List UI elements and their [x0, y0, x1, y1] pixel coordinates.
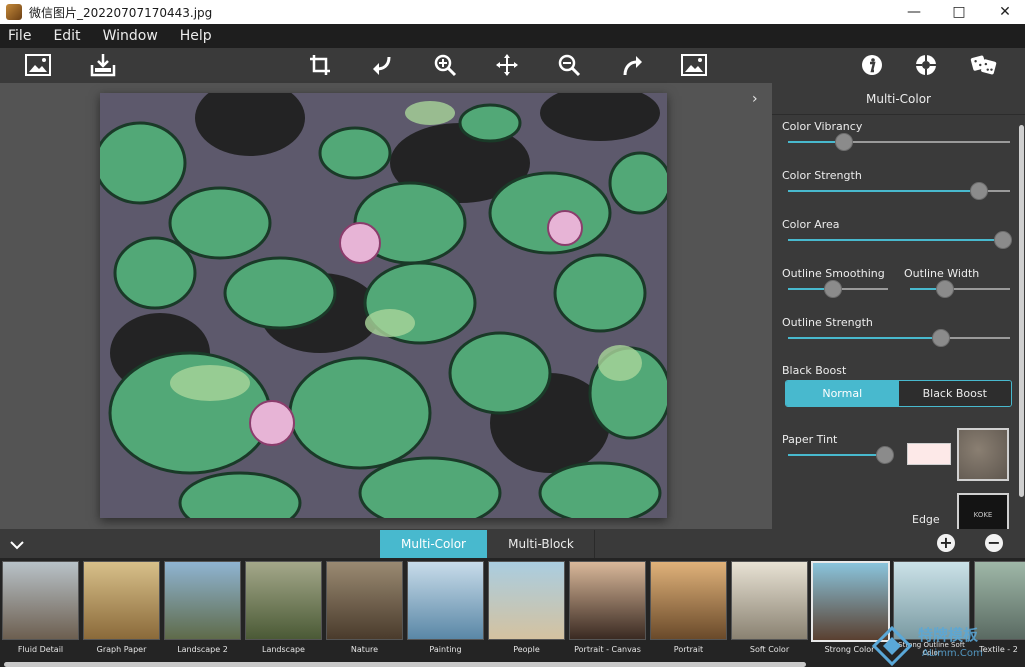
outline-smoothing-slider[interactable]	[788, 280, 888, 298]
edge-label: Edge	[912, 513, 940, 526]
preset-label: Landscape 2	[177, 645, 228, 654]
paper-tint-knob[interactable]	[876, 446, 895, 464]
black-boost-label: Black Boost	[782, 364, 847, 377]
outline-width-slider[interactable]	[910, 280, 1010, 298]
color-area-slider[interactable]	[788, 231, 1013, 249]
random-icon[interactable]	[970, 52, 998, 78]
color-strength-knob[interactable]	[969, 182, 988, 200]
color-strength-slider[interactable]	[788, 182, 1010, 200]
color-area-label: Color Area	[782, 218, 840, 231]
preset-label: Graph Paper	[96, 645, 147, 654]
paper-tint-slider[interactable]	[788, 446, 895, 464]
outline-width-knob[interactable]	[936, 280, 954, 298]
support-icon[interactable]	[912, 52, 940, 78]
paper-tint-label: Paper Tint	[782, 433, 838, 446]
preset-label: Fluid Detail	[17, 645, 64, 654]
black-boost-toggle: Normal Black Boost	[785, 380, 1012, 407]
outline-smoothing-knob[interactable]	[824, 280, 842, 298]
app-icon	[6, 4, 22, 20]
paper-texture-thumbnail[interactable]	[957, 428, 1009, 481]
preset-label: People	[513, 645, 540, 654]
toolbar	[0, 48, 1025, 84]
tab-multi-block[interactable]: Multi-Block	[488, 530, 595, 558]
minimize-button[interactable]: —	[891, 0, 937, 24]
menu-window[interactable]: Window	[103, 28, 158, 44]
preset-thumb-landscape-2[interactable]	[164, 561, 241, 640]
menu-bar: File Edit Window Help	[0, 24, 1025, 48]
outline-strength-label: Outline Strength	[782, 316, 873, 329]
color-vibrancy-knob[interactable]	[834, 133, 853, 151]
zoom-in-icon[interactable]	[431, 52, 459, 78]
zoom-out-icon[interactable]	[555, 52, 583, 78]
window-title: 微信图片_20220707170443.jpg	[29, 5, 213, 20]
pan-icon[interactable]	[493, 52, 521, 78]
fit-image-icon[interactable]	[680, 52, 708, 78]
preset-label: Painting	[429, 645, 462, 654]
preset-thumb-portrait-canvas[interactable]	[569, 561, 646, 640]
outline-strength-slider[interactable]	[788, 329, 1010, 347]
rotate-right-icon[interactable]	[618, 52, 646, 78]
preset-tab-bar: Multi-Color Multi-Block + −	[0, 529, 1025, 558]
watermark: 特牌模板 ALimm.Com	[870, 624, 1025, 667]
canvas-area: ›	[0, 83, 772, 529]
preset-thumb-nature[interactable]	[326, 561, 403, 640]
preset-thumb-people[interactable]	[488, 561, 565, 640]
image-icon[interactable]	[24, 52, 52, 78]
black-boost-on-option[interactable]: Black Boost	[898, 381, 1011, 406]
panel-scrollbar[interactable]	[1019, 125, 1024, 497]
panel-title: Multi-Color	[772, 83, 1025, 115]
watermark-text: 特牌模板	[918, 626, 979, 644]
watermark-logo	[872, 626, 912, 666]
info-icon[interactable]	[858, 52, 886, 78]
color-vibrancy-label: Color Vibrancy	[782, 120, 863, 133]
chevron-down-icon[interactable]	[10, 535, 24, 554]
close-button[interactable]: ✕	[982, 0, 1025, 24]
preset-label: Soft Color	[749, 645, 790, 654]
watermark-url: ALimm.Com	[922, 648, 983, 659]
menu-edit[interactable]: Edit	[53, 28, 80, 44]
preset-label: Portrait - Canvas	[574, 645, 641, 654]
menu-file[interactable]: File	[8, 28, 31, 44]
preset-label: Nature	[350, 645, 379, 654]
preset-scrollbar[interactable]	[4, 662, 806, 667]
title-bar: 微信图片_20220707170443.jpg — □ ✕	[0, 0, 1025, 24]
black-boost-normal-option[interactable]: Normal	[786, 381, 899, 406]
preset-thumb-soft-color[interactable]	[731, 561, 808, 640]
menu-help[interactable]: Help	[180, 28, 212, 44]
tab-multi-color[interactable]: Multi-Color	[380, 530, 487, 558]
outline-width-label: Outline Width	[904, 267, 980, 280]
outline-smoothing-label: Outline Smoothing	[782, 267, 885, 280]
preset-label: Landscape	[262, 645, 305, 654]
preset-thumb-portrait[interactable]	[650, 561, 727, 640]
save-icon[interactable]	[89, 52, 117, 78]
add-preset-button[interactable]: +	[937, 534, 955, 552]
paper-tint-swatch[interactable]	[907, 443, 951, 465]
preset-thumb-graph-paper[interactable]	[83, 561, 160, 640]
crop-icon[interactable]	[306, 52, 334, 78]
preset-thumb-landscape[interactable]	[245, 561, 322, 640]
maximize-button[interactable]: □	[936, 0, 982, 24]
preset-thumb-painting[interactable]	[407, 561, 484, 640]
preview-image[interactable]	[100, 93, 667, 518]
remove-preset-button[interactable]: −	[985, 534, 1003, 552]
color-vibrancy-slider[interactable]	[788, 133, 1010, 151]
preset-thumb-fluid-detail[interactable]	[2, 561, 79, 640]
rotate-left-icon[interactable]	[368, 52, 396, 78]
panel-collapse-icon[interactable]: ›	[752, 91, 758, 107]
preset-label: Portrait	[673, 645, 704, 654]
color-strength-label: Color Strength	[782, 169, 862, 182]
